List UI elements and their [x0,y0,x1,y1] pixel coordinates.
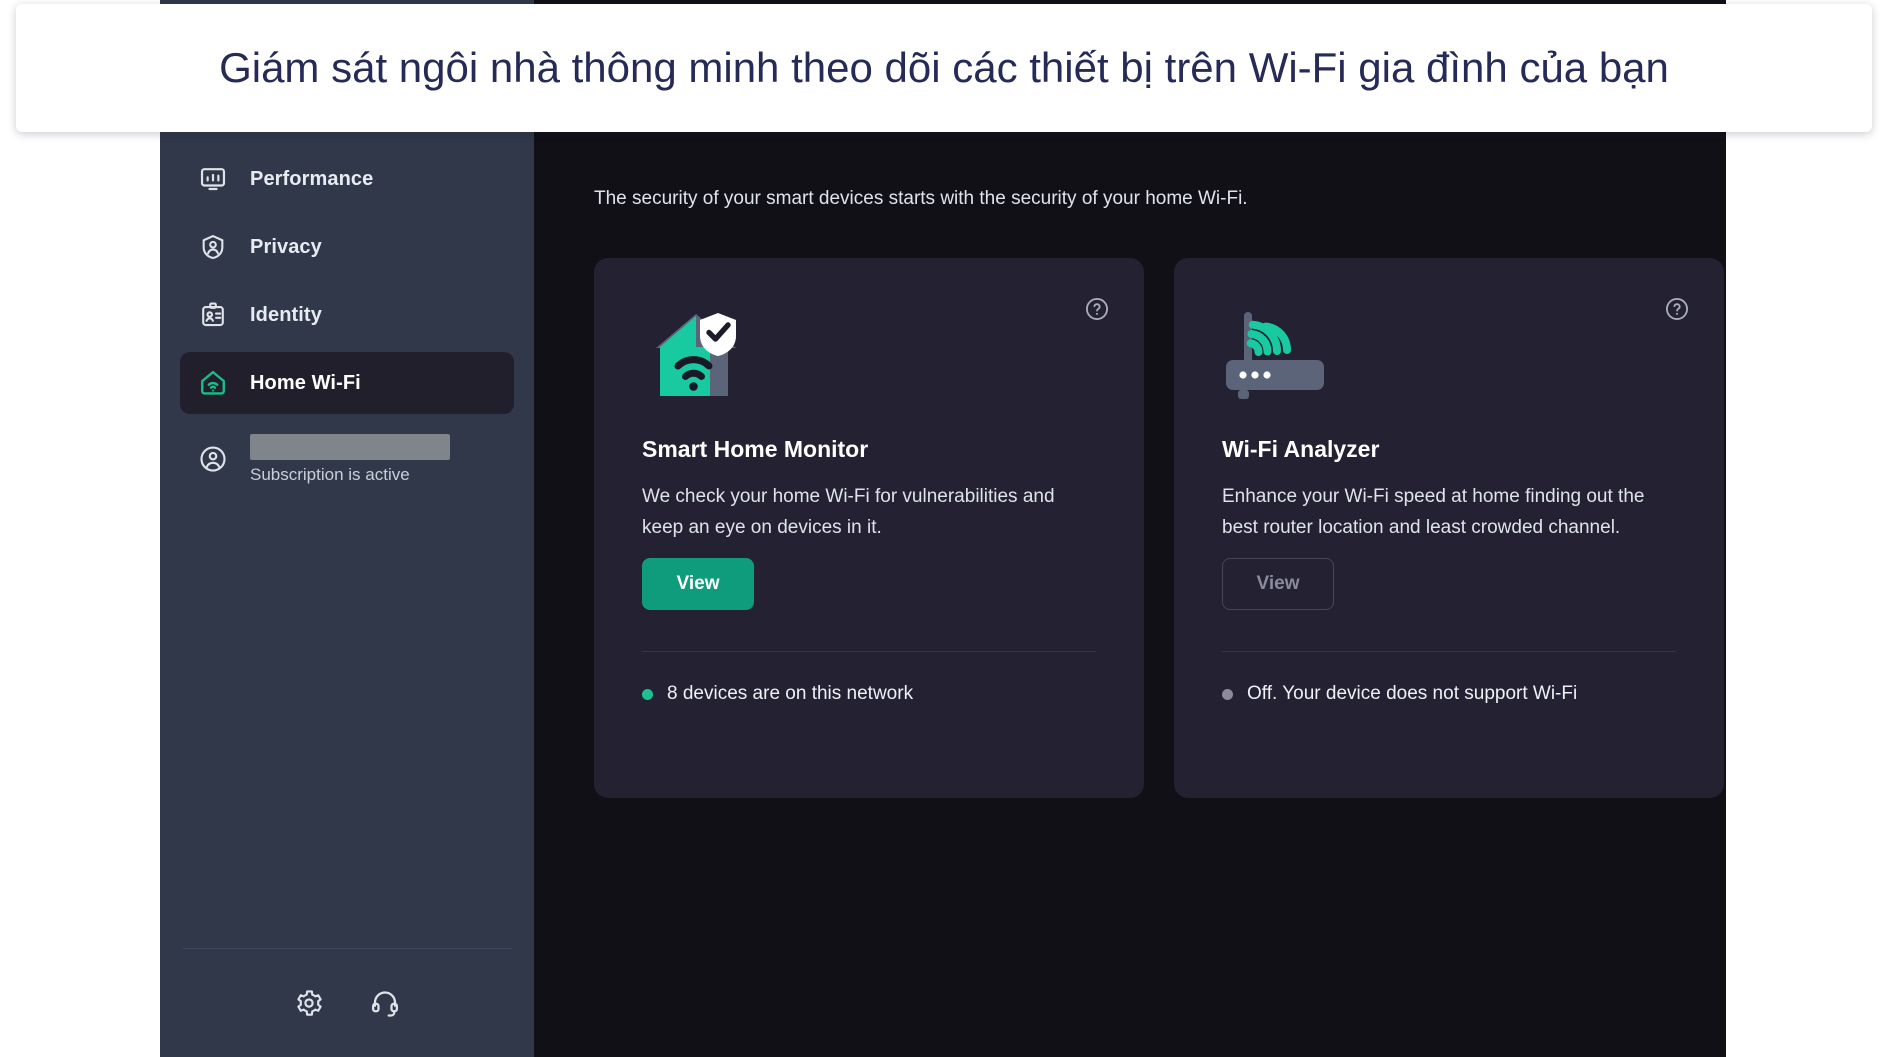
card-separator [642,651,1096,652]
card-description: Enhance your Wi-Fi speed at home finding… [1222,486,1645,538]
sidebar-footer [160,949,534,1057]
privacy-shield-icon [198,232,228,262]
screenshot-root: Home Security [0,0,1888,1057]
id-card-icon [198,300,228,330]
sidebar-account[interactable]: Subscription is active [180,434,514,485]
account-text: Subscription is active [250,434,450,485]
card-separator [1222,651,1676,652]
sidebar-item-label: Identity [250,303,322,326]
app-window: Home Security [160,0,1726,1057]
home-wifi-icon [198,368,228,398]
card-status: 8 devices are on this network [642,683,913,705]
sidebar: Home Security [160,0,534,1057]
status-text: 8 devices are on this network [667,683,914,704]
view-button-wifi-analyzer[interactable]: View [1222,558,1334,610]
caption-text: Giám sát ngôi nhà thông minh theo dõi cá… [219,44,1669,91]
account-name-redacted [250,434,450,460]
status-dot-off [1222,688,1233,700]
main-content: Home Wi-Fi The security of your smart de… [534,0,1726,1057]
help-circle-icon[interactable] [1664,296,1690,322]
card-smart-home-monitor: Smart Home Monitor We check your home Wi… [594,258,1144,798]
sidebar-item-identity[interactable]: Identity [180,284,514,346]
sidebar-item-label: Performance [250,167,374,190]
sidebar-item-label: Home Wi-Fi [250,371,361,394]
sidebar-item-performance[interactable]: Performance [180,148,514,210]
sidebar-item-privacy[interactable]: Privacy [180,216,514,278]
gear-icon[interactable] [294,988,324,1018]
card-title: Smart Home Monitor [642,436,869,462]
headset-icon[interactable] [370,988,400,1018]
account-subscription-status: Subscription is active [250,465,410,484]
card-description: We check your home Wi-Fi for vulnerabili… [642,486,1055,538]
page-subtitle: The security of your smart devices start… [594,188,1248,209]
view-button-smart-home-monitor[interactable]: View [642,558,754,610]
router-wifi-icon [1222,300,1676,408]
sidebar-item-label: Privacy [250,235,322,258]
house-shield-wifi-icon [642,300,1096,408]
sidebar-item-home-wifi[interactable]: Home Wi-Fi [180,352,514,414]
card-status: Off. Your device does not support Wi-Fi [1222,683,1577,705]
help-circle-icon[interactable] [1084,296,1110,322]
status-text: Off. Your device does not support Wi-Fi [1247,683,1578,704]
card-title: Wi-Fi Analyzer [1222,436,1380,462]
monitor-icon [198,164,228,194]
feature-cards: Smart Home Monitor We check your home Wi… [594,258,1724,798]
user-circle-icon [198,444,228,474]
caption-overlay: Giám sát ngôi nhà thông minh theo dõi cá… [16,4,1872,132]
card-wifi-analyzer: Wi-Fi Analyzer Enhance your Wi-Fi speed … [1174,258,1724,798]
status-dot-on [642,688,653,700]
